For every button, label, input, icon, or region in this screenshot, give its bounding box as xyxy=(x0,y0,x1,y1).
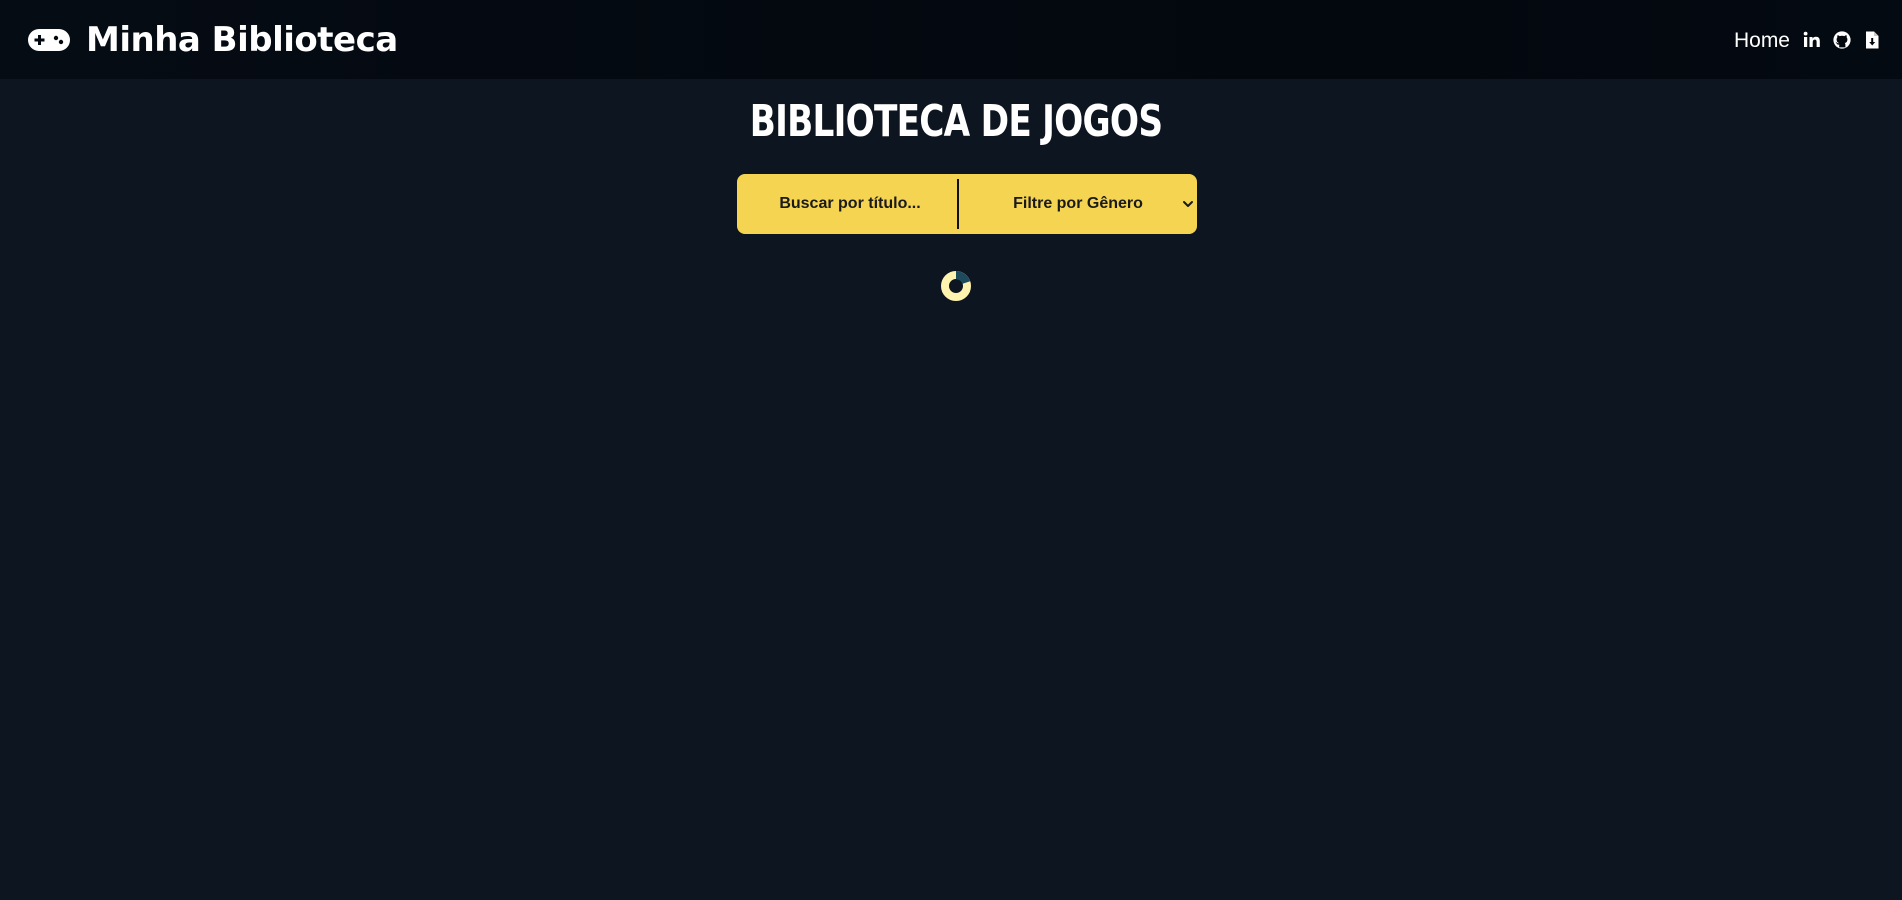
nav-links: Home xyxy=(1734,27,1882,53)
search-filter-bar: Filtre por Gênero xyxy=(737,174,1197,234)
spinner-icon xyxy=(941,271,971,301)
brand[interactable]: Minha Biblioteca xyxy=(28,20,398,60)
genre-filter-select[interactable]: Filtre por Gênero xyxy=(959,174,1197,234)
search-input[interactable] xyxy=(737,174,957,234)
page-title: BIBLIOTECA DE JOGOS xyxy=(749,96,1163,147)
genre-filter-label: Filtre por Gênero xyxy=(1013,195,1143,212)
github-icon[interactable] xyxy=(1832,30,1852,50)
navbar: Minha Biblioteca Home xyxy=(0,0,1902,79)
file-download-icon[interactable] xyxy=(1862,30,1882,50)
gamepad-icon xyxy=(28,28,70,51)
brand-title: Minha Biblioteca xyxy=(86,19,398,60)
chevron-down-icon xyxy=(1183,201,1193,207)
nav-home-link[interactable]: Home xyxy=(1734,29,1790,53)
linkedin-icon[interactable] xyxy=(1802,30,1822,50)
